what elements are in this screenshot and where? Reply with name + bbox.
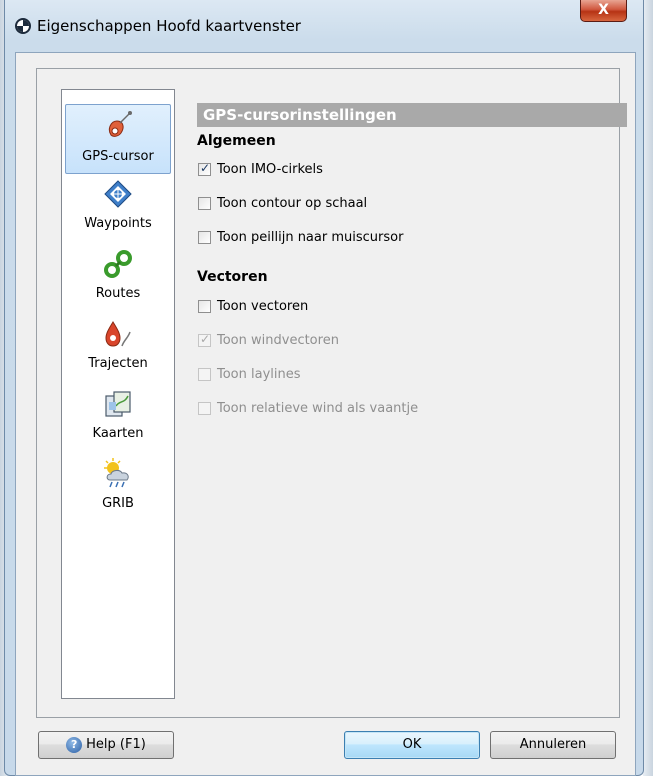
checkbox-box[interactable]: ✓ — [198, 161, 211, 176]
checkbox-box — [198, 368, 211, 381]
help-button-label: Help (F1) — [86, 737, 146, 752]
waypoint-icon — [104, 180, 132, 208]
grib-weather-icon — [104, 458, 129, 488]
checkbox-label: Toon vectoren — [217, 299, 309, 314]
sidebar-item-label: Routes — [95, 286, 141, 301]
sidebar-item-label: GRIB — [102, 496, 134, 511]
category-list: GPS-cursor Waypoints Routes Trajecten Ka… — [61, 89, 175, 699]
pane-header: GPS-cursorinstellingen — [197, 103, 627, 127]
sidebar-item-routes[interactable]: Routes — [65, 244, 171, 314]
track-icon — [105, 321, 131, 347]
checkbox-label: Toon windvectoren — [217, 333, 339, 348]
sidebar-item-waypoints[interactable]: Waypoints — [65, 174, 171, 244]
window-title: Eigenschappen Hoofd kaartvenster — [37, 17, 301, 35]
content-frame: GPS-cursor Waypoints Routes Trajecten Ka… — [36, 68, 627, 718]
checkbox-box — [198, 402, 211, 415]
charts-icon — [105, 391, 131, 417]
checkbox-box[interactable] — [198, 197, 211, 210]
checkbox-label: Toon peillijn naar muiscursor — [217, 230, 404, 245]
sidebar-item-label: Kaarten — [92, 426, 144, 441]
sidebar-item-gps-cursor[interactable]: GPS-cursor — [65, 104, 171, 174]
checkmark-icon: ✓ — [200, 332, 211, 346]
sidebar-item-kaarten[interactable]: Kaarten — [65, 384, 171, 454]
cancel-button[interactable]: Annuleren — [490, 731, 616, 759]
ok-button[interactable]: OK — [344, 731, 480, 759]
checkmark-icon: ✓ — [200, 161, 211, 175]
sidebar-item-label: GPS-cursor — [82, 149, 154, 164]
group-heading-vectoren: Vectoren — [197, 269, 268, 285]
gps-cursor-icon — [108, 111, 132, 137]
desktop-background-right — [643, 0, 653, 776]
help-icon: ? — [66, 736, 83, 753]
app-icon — [15, 18, 31, 34]
checkbox-box: ✓ — [198, 332, 211, 347]
sidebar-item-grib[interactable]: GRIB — [65, 454, 171, 524]
checkbox-label: Toon laylines — [217, 367, 301, 382]
checkbox-box[interactable] — [198, 300, 211, 313]
properties-dialog: Eigenschappen Hoofd kaartvenster X GPS-c… — [4, 0, 644, 776]
sidebar-item-trajecten[interactable]: Trajecten — [65, 314, 171, 384]
sidebar-item-label: Waypoints — [84, 216, 152, 231]
checkbox-label: Toon IMO-cirkels — [217, 162, 323, 177]
dialog-client-area: GPS-cursor Waypoints Routes Trajecten Ka… — [15, 52, 636, 776]
sidebar-item-label: Trajecten — [88, 356, 148, 371]
checkbox-label: Toon contour op schaal — [217, 196, 368, 211]
group-heading-algemeen: Algemeen — [197, 133, 276, 149]
title-bar[interactable]: Eigenschappen Hoofd kaartvenster X — [5, 0, 643, 52]
checkbox-box[interactable] — [198, 231, 211, 244]
close-button[interactable]: X — [580, 0, 627, 22]
help-button[interactable]: ? Help (F1) — [38, 731, 174, 759]
route-icon — [104, 250, 132, 278]
checkbox-label: Toon relatieve wind als vaantje — [217, 401, 419, 416]
